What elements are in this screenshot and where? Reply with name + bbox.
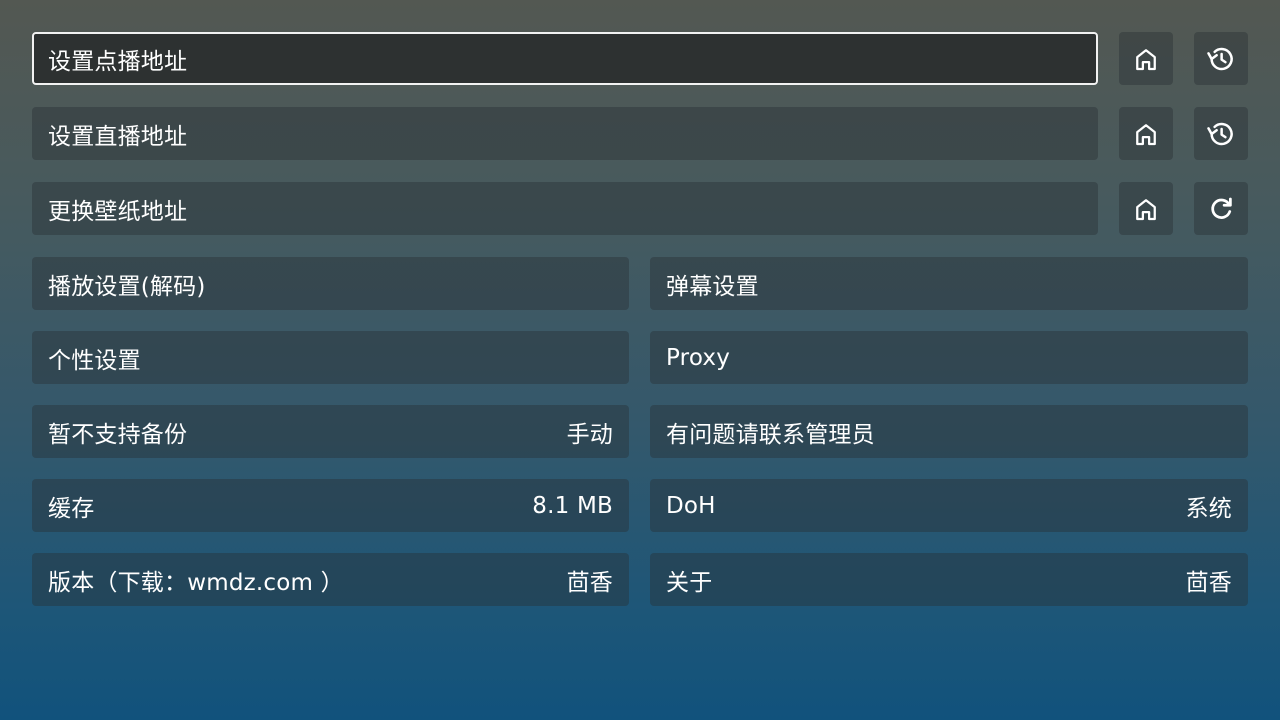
vod-address-label: 设置点播地址 <box>48 48 188 75</box>
contact-admin-label: 有问题请联系管理员 <box>666 421 875 448</box>
live-history-button[interactable] <box>1194 107 1248 160</box>
personal-settings-label: 个性设置 <box>48 347 141 374</box>
player-settings-item[interactable]: 播放设置(解码) <box>32 257 629 310</box>
wallpaper-address-field[interactable]: 更换壁纸地址 <box>32 182 1098 235</box>
backup-item[interactable]: 暂不支持备份 手动 <box>32 405 629 458</box>
personal-settings-item[interactable]: 个性设置 <box>32 331 629 384</box>
cache-item[interactable]: 缓存 8.1 MB <box>32 479 629 532</box>
about-label: 关于 <box>666 569 713 596</box>
wallpaper-home-button[interactable] <box>1119 182 1173 235</box>
about-value: 茴香 <box>1185 569 1232 596</box>
home-icon <box>1136 198 1156 220</box>
doh-label: DoH <box>666 492 716 519</box>
version-label: 版本（下载：wmdz.com ） <box>48 569 344 596</box>
live-home-button[interactable] <box>1119 107 1173 160</box>
cache-value: 8.1 MB <box>532 492 613 519</box>
vod-address-field[interactable]: 设置点播地址 <box>32 32 1098 85</box>
home-icon <box>1136 123 1156 145</box>
version-item[interactable]: 版本（下载：wmdz.com ） 茴香 <box>32 553 629 606</box>
doh-value: 系统 <box>1185 495 1232 522</box>
live-address-label: 设置直播地址 <box>48 123 188 150</box>
danmaku-settings-item[interactable]: 弹幕设置 <box>650 257 1248 310</box>
wallpaper-refresh-button[interactable] <box>1194 182 1248 235</box>
live-address-field[interactable]: 设置直播地址 <box>32 107 1098 160</box>
proxy-settings-item[interactable]: Proxy <box>650 331 1248 384</box>
wallpaper-address-label: 更换壁纸地址 <box>48 198 188 225</box>
contact-admin-item[interactable]: 有问题请联系管理员 <box>650 405 1248 458</box>
refresh-icon <box>1211 197 1232 219</box>
vod-history-button[interactable] <box>1194 32 1248 85</box>
history-icon <box>1207 122 1233 145</box>
history-icon <box>1207 47 1233 70</box>
vod-home-button[interactable] <box>1119 32 1173 85</box>
backup-label: 暂不支持备份 <box>48 421 188 448</box>
danmaku-settings-label: 弹幕设置 <box>666 273 759 300</box>
proxy-settings-label: Proxy <box>666 344 731 371</box>
doh-item[interactable]: DoH 系统 <box>650 479 1248 532</box>
home-icon <box>1136 48 1156 70</box>
version-value: 茴香 <box>566 569 613 596</box>
cache-label: 缓存 <box>48 495 95 522</box>
about-item[interactable]: 关于 茴香 <box>650 553 1248 606</box>
player-settings-label: 播放设置(解码) <box>48 273 206 300</box>
backup-value: 手动 <box>566 421 613 448</box>
